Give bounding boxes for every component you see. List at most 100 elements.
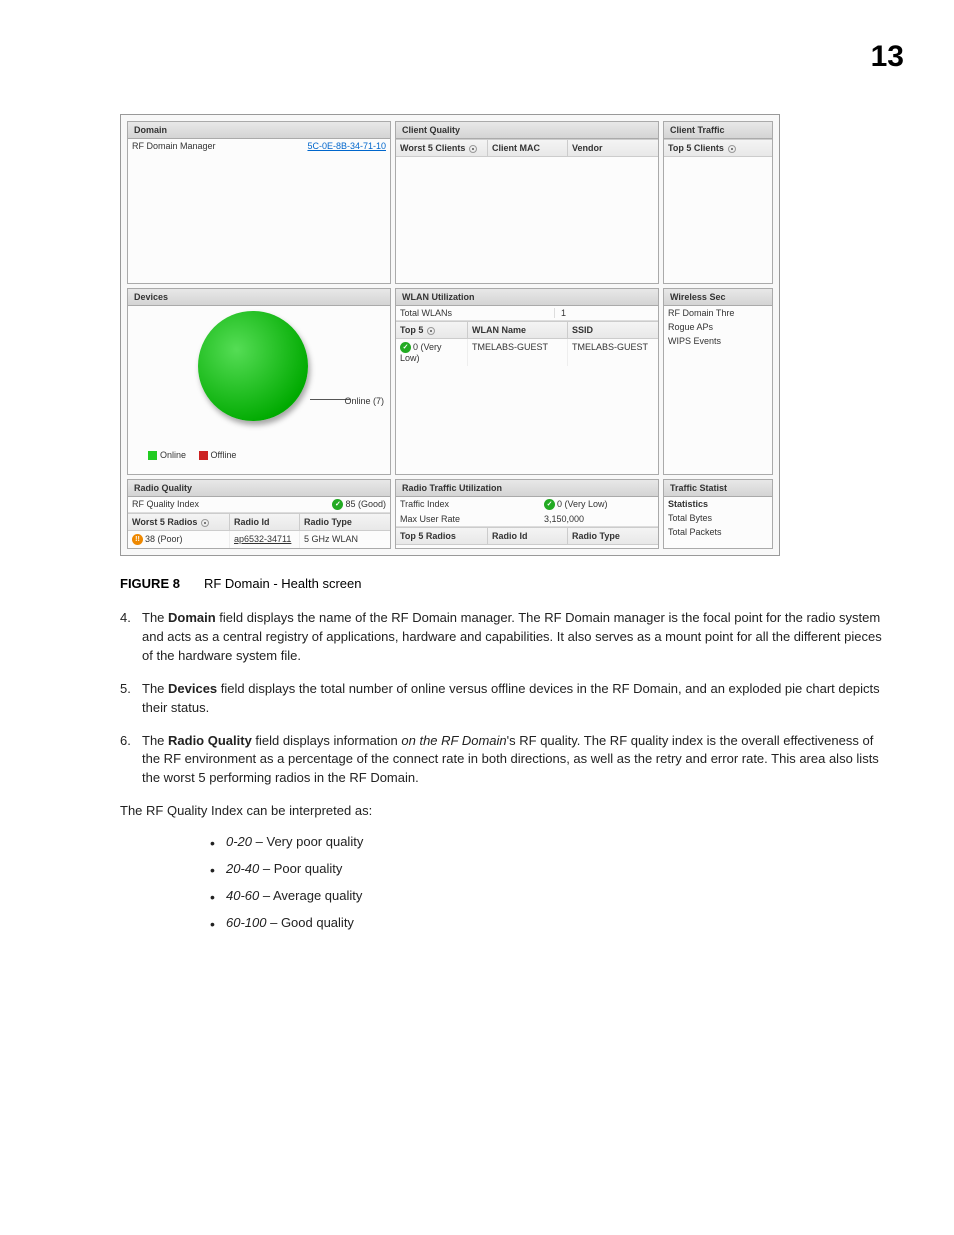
traffic-index-label: Traffic Index (400, 499, 544, 510)
panel-header: Traffic Statist (664, 480, 772, 497)
item-number: 6. (120, 732, 142, 789)
pie-chart-icon (198, 311, 308, 421)
list-item: WIPS Events (668, 336, 721, 346)
legend-swatch-offline-icon (199, 451, 208, 460)
range: 60-100 (226, 915, 266, 930)
col-header: Worst 5 Clients (400, 143, 465, 153)
panel-header: Domain (128, 122, 390, 139)
list-item: 6. The Radio Quality field displays info… (120, 732, 894, 789)
panel-domain: Domain RF Domain Manager 5C-0E-8B-34-71-… (127, 121, 391, 284)
text: field displays the total number of onlin… (142, 681, 880, 715)
bold-term: Radio Quality (168, 733, 252, 748)
sort-icon[interactable] (728, 145, 736, 153)
list-item: Total Bytes (668, 513, 712, 523)
list-item: Rogue APs (668, 322, 713, 332)
check-icon: ✓ (544, 499, 555, 510)
col-header: Top 5 (400, 325, 423, 335)
radio-id-link[interactable]: ap6532-34711 (234, 534, 291, 544)
col-header: Radio Id (488, 528, 568, 544)
panel-header: Devices (128, 289, 390, 306)
panel-client-traffic: Client Traffic Top 5 Clients (663, 121, 773, 284)
desc: – Good quality (266, 915, 353, 930)
panel-header: Radio Traffic Utilization (396, 480, 658, 497)
list-item: RF Domain Thre (668, 308, 734, 318)
item-number: 5. (120, 680, 142, 718)
sort-icon[interactable] (427, 327, 435, 335)
text: field displays the name of the RF Domain… (142, 610, 882, 663)
list-item: 4. The Domain field displays the name of… (120, 609, 894, 666)
check-icon: ✓ (332, 499, 343, 510)
table-cell: 5 GHz WLAN (300, 531, 390, 548)
figure-label: FIGURE 8 (120, 576, 180, 591)
page-number: 13 (60, 40, 904, 74)
list-item: 5. The Devices field displays the total … (120, 680, 894, 718)
item-number: 4. (120, 609, 142, 666)
panel-header: Wireless Sec (664, 289, 772, 306)
desc: – Average quality (259, 888, 362, 903)
warning-icon: !! (132, 534, 143, 545)
figure-caption: FIGURE 8 RF Domain - Health screen (120, 576, 894, 591)
total-wlans-label: Total WLANs (400, 308, 554, 318)
text: field displays information (252, 733, 402, 748)
list-item: 60-100 – Good quality (210, 914, 894, 933)
panel-header: Radio Quality (128, 480, 390, 497)
traffic-index-value: 0 (Very Low) (557, 499, 608, 509)
col-header: Radio Id (230, 514, 300, 530)
list-item: 20-40 – Poor quality (210, 860, 894, 879)
list-item: 40-60 – Average quality (210, 887, 894, 906)
sort-icon[interactable] (469, 145, 477, 153)
col-header: SSID (568, 322, 658, 338)
range: 20-40 (226, 861, 259, 876)
domain-manager-link[interactable]: 5C-0E-8B-34-71-10 (307, 141, 386, 151)
pie-slice-label: Online (7) (344, 396, 384, 406)
bold-term: Devices (168, 681, 217, 696)
legend-swatch-online-icon (148, 451, 157, 460)
text: The (142, 681, 168, 696)
col-header: Client MAC (488, 140, 568, 156)
col-header: Worst 5 Radios (132, 517, 197, 527)
list-item: Total Packets (668, 527, 722, 537)
text: The (142, 610, 168, 625)
desc: – Very poor quality (252, 834, 363, 849)
max-user-rate-label: Max User Rate (400, 514, 544, 524)
list-item: 0-20 – Very poor quality (210, 833, 894, 852)
bold-term: Domain (168, 610, 216, 625)
domain-manager-label: RF Domain Manager (132, 141, 307, 151)
rf-quality-index-value: 85 (Good) (345, 499, 386, 509)
col-header: WLAN Name (468, 322, 568, 338)
max-user-rate-value: 3,150,000 (544, 514, 654, 524)
screenshot-figure: Domain RF Domain Manager 5C-0E-8B-34-71-… (120, 114, 780, 556)
check-icon: ✓ (400, 342, 411, 353)
legend-online: Online (160, 450, 186, 460)
col-header: Vendor (568, 140, 658, 156)
panel-header: Client Traffic (664, 122, 772, 139)
panel-client-quality: Client Quality Worst 5 Clients Client MA… (395, 121, 659, 284)
range: 40-60 (226, 888, 259, 903)
total-wlans-value: 1 (554, 308, 654, 318)
panel-header: Client Quality (396, 122, 658, 139)
sort-icon[interactable] (201, 519, 209, 527)
text: The (142, 733, 168, 748)
panel-header: WLAN Utilization (396, 289, 658, 306)
intro-text: The RF Quality Index can be interpreted … (120, 802, 894, 821)
table-cell: 38 (Poor) (145, 534, 183, 544)
col-header: Radio Type (300, 514, 390, 530)
col-header: Top 5 Radios (400, 531, 456, 541)
panel-wireless-security: Wireless Sec RF Domain Thre Rogue APs WI… (663, 288, 773, 475)
table-cell: TMELABS-GUEST (468, 339, 568, 366)
desc: – Poor quality (259, 861, 342, 876)
panel-wlan-utilization: WLAN Utilization Total WLANs 1 Top 5 WLA… (395, 288, 659, 475)
italic-text: on the RF Domain (401, 733, 506, 748)
col-header: Top 5 Clients (668, 143, 724, 153)
panel-devices: Devices Online (7) Online Offline (127, 288, 391, 475)
table-cell: TMELABS-GUEST (568, 339, 658, 366)
range: 0-20 (226, 834, 252, 849)
figure-caption-text: RF Domain - Health screen (204, 576, 362, 591)
rf-quality-index-label: RF Quality Index (132, 499, 332, 510)
list-item: Statistics (668, 499, 708, 509)
panel-radio-traffic: Radio Traffic Utilization Traffic Index … (395, 479, 659, 549)
panel-radio-quality: Radio Quality RF Quality Index ✓85 (Good… (127, 479, 391, 549)
legend-offline: Offline (211, 450, 237, 460)
col-header: Radio Type (568, 528, 658, 544)
panel-traffic-statistics: Traffic Statist Statistics Total Bytes T… (663, 479, 773, 549)
